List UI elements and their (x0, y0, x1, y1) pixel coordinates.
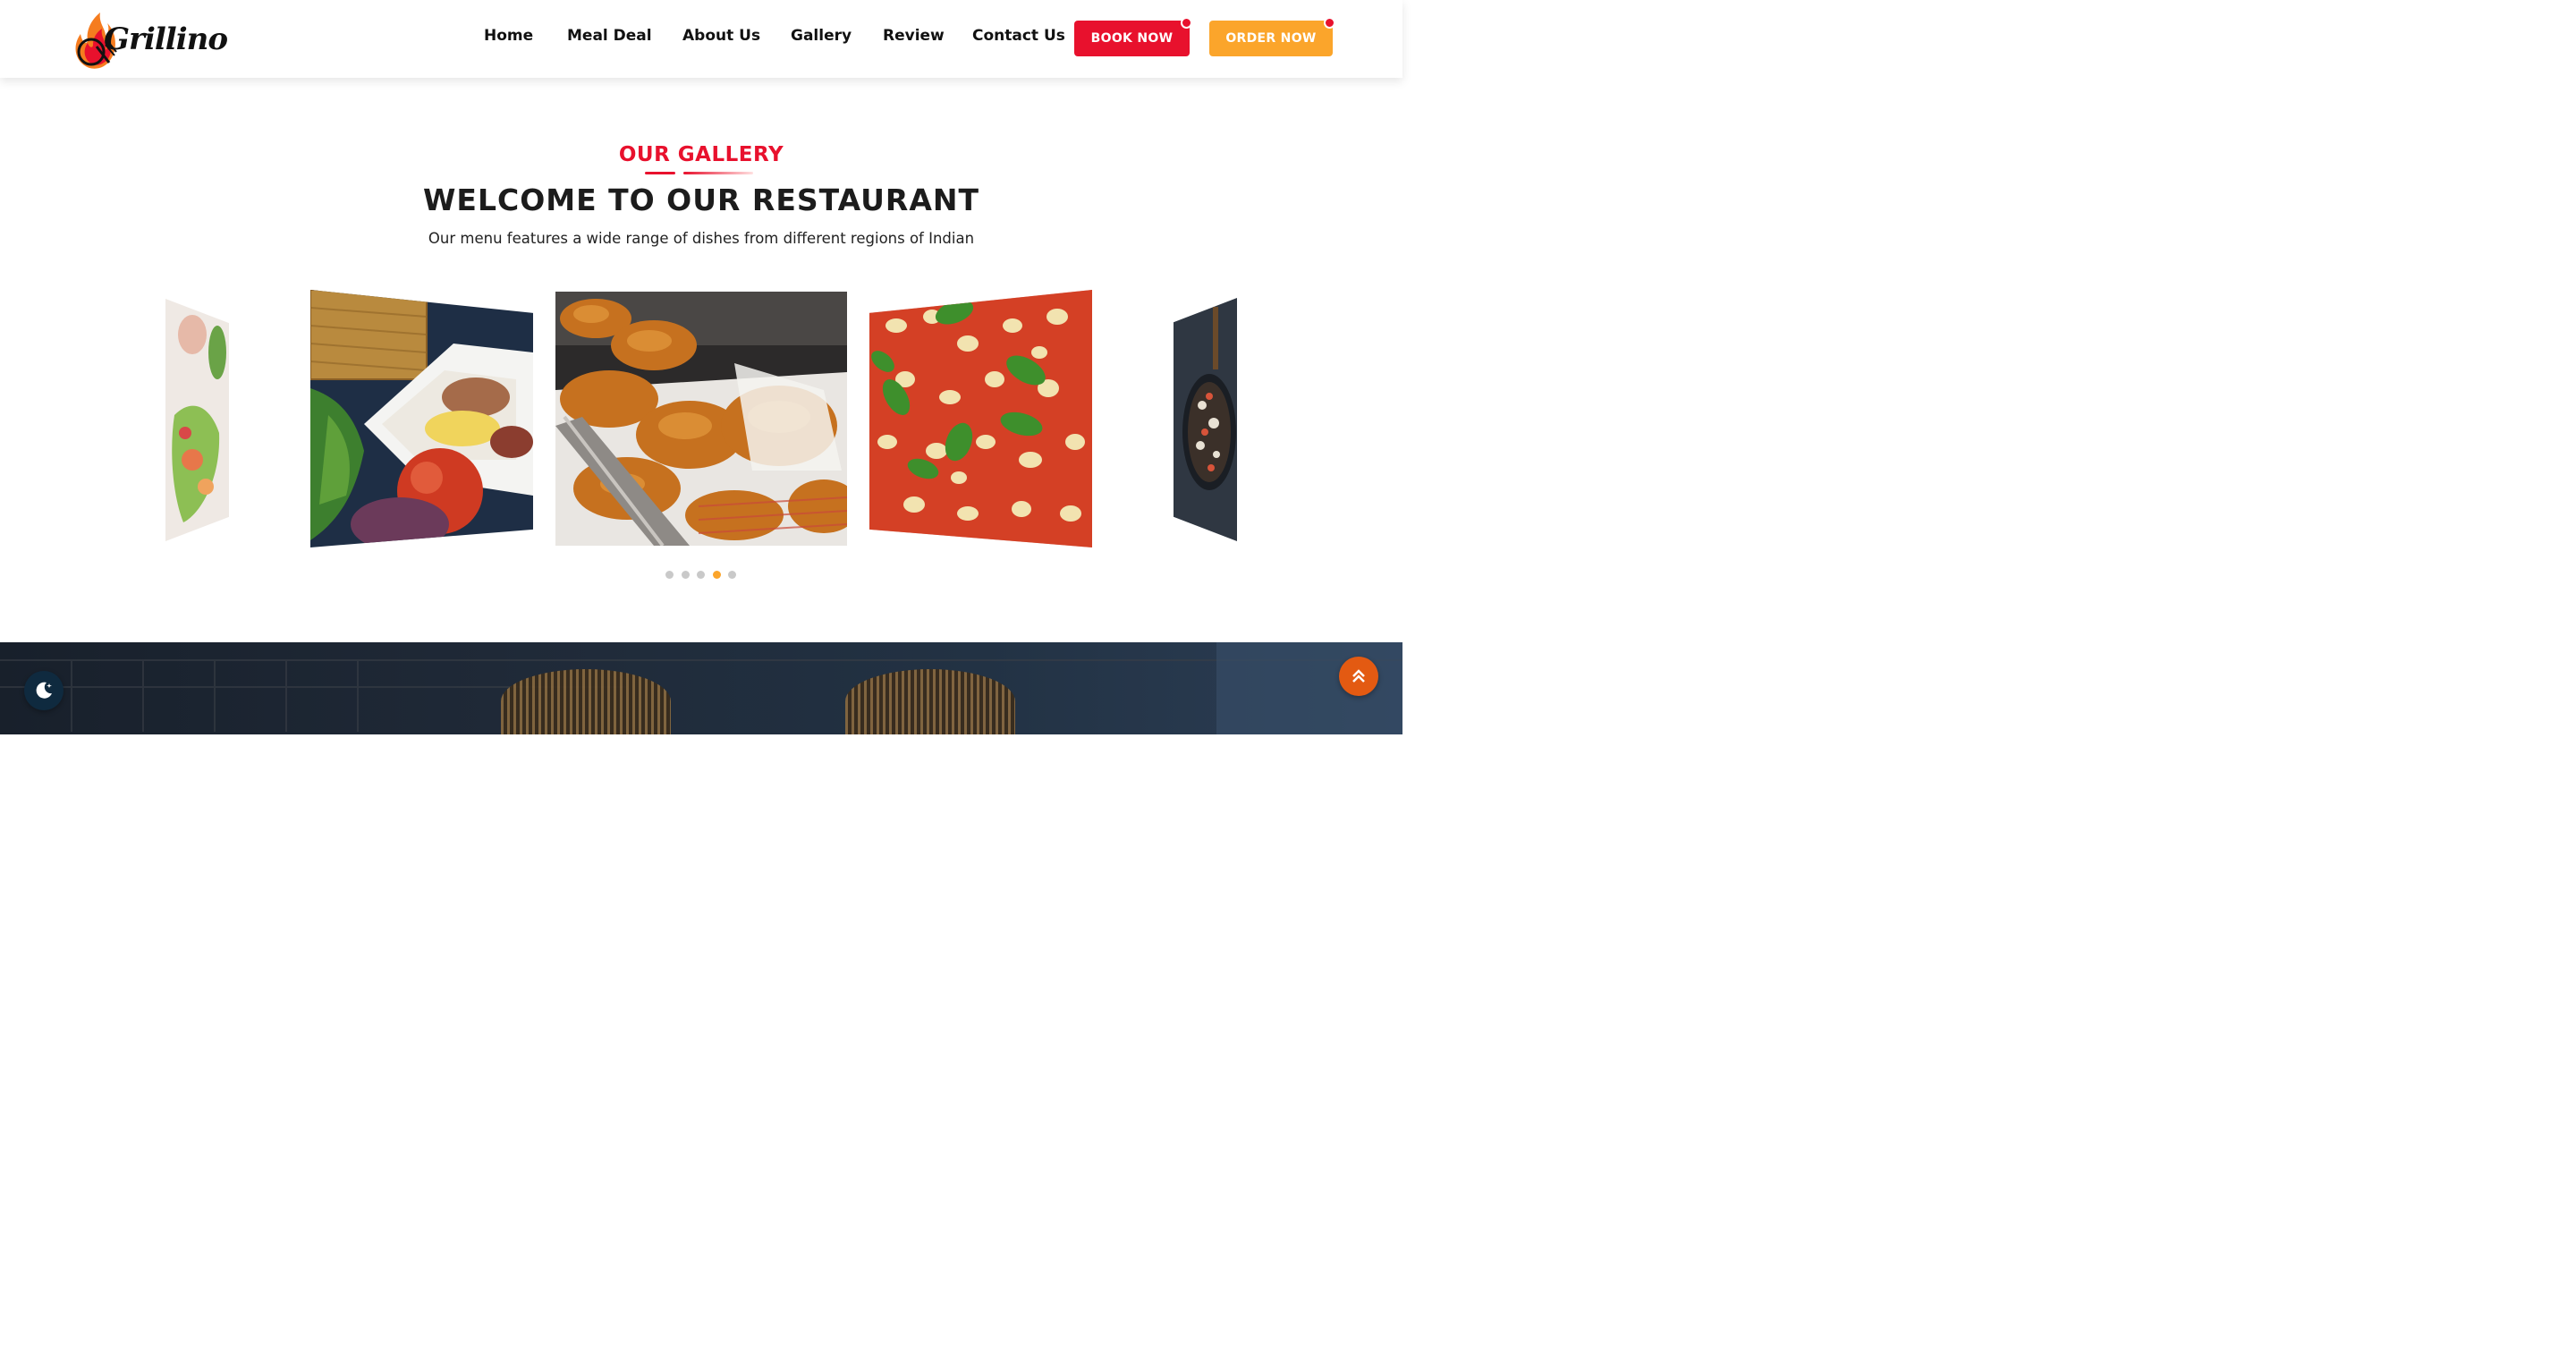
pendant-lamp (501, 669, 671, 734)
order-now-label: ORDER NOW (1225, 31, 1317, 46)
scroll-top-button[interactable] (1339, 657, 1378, 696)
logo-text: Grillino (104, 21, 228, 57)
nav-contact-us[interactable]: Contact Us (972, 27, 1065, 45)
nav-about-us[interactable]: About Us (682, 27, 760, 45)
dark-mode-toggle[interactable] (24, 671, 64, 710)
section-eyebrow: OUR GALLERY (618, 143, 784, 166)
pendant-lamp (845, 669, 1015, 734)
pizza-image (869, 290, 1092, 547)
order-now-button[interactable]: ORDER NOW (1209, 17, 1335, 56)
pan-dish-image (1174, 298, 1237, 541)
nav-meal-deal[interactable]: Meal Deal (567, 27, 652, 45)
section-subtitle: Our menu features a wide range of dishes… (428, 230, 975, 247)
section-title: WELCOME TO OUR RESTAURANT (423, 182, 979, 217)
nav-home[interactable]: Home (484, 27, 533, 45)
brand-logo[interactable]: Grillino (70, 9, 228, 72)
vegetables-platter-image (310, 290, 533, 547)
carousel-dot[interactable] (728, 571, 736, 579)
nav-gallery[interactable]: Gallery (791, 27, 852, 45)
gallery-slide[interactable] (555, 292, 847, 546)
nav-review[interactable]: Review (883, 27, 945, 45)
carousel-dot[interactable] (665, 571, 674, 579)
eyebrow-underline (645, 172, 675, 174)
site-header: Grillino Home Meal Deal About Us Gallery… (0, 0, 1402, 78)
fried-chicken-image (555, 292, 847, 546)
moon-icon (36, 682, 52, 699)
gallery-slide[interactable] (1174, 298, 1237, 541)
gallery-slide[interactable] (869, 290, 1092, 547)
restaurant-banner (0, 642, 1402, 734)
book-now-button[interactable]: BOOK NOW (1074, 17, 1192, 56)
carousel-dot-active[interactable] (712, 571, 721, 579)
gallery-slide[interactable] (310, 290, 533, 547)
restaurant-interior-image (0, 642, 1402, 734)
notification-dot (1181, 17, 1192, 29)
notification-dot (1324, 17, 1335, 29)
carousel-dot[interactable] (681, 571, 690, 579)
salad-image (165, 299, 229, 541)
carousel-dot[interactable] (697, 571, 705, 579)
double-chevron-up-icon (1352, 669, 1365, 683)
book-now-label: BOOK NOW (1090, 31, 1174, 46)
gallery-slide[interactable] (165, 299, 229, 541)
eyebrow-underline-fade (683, 172, 753, 174)
